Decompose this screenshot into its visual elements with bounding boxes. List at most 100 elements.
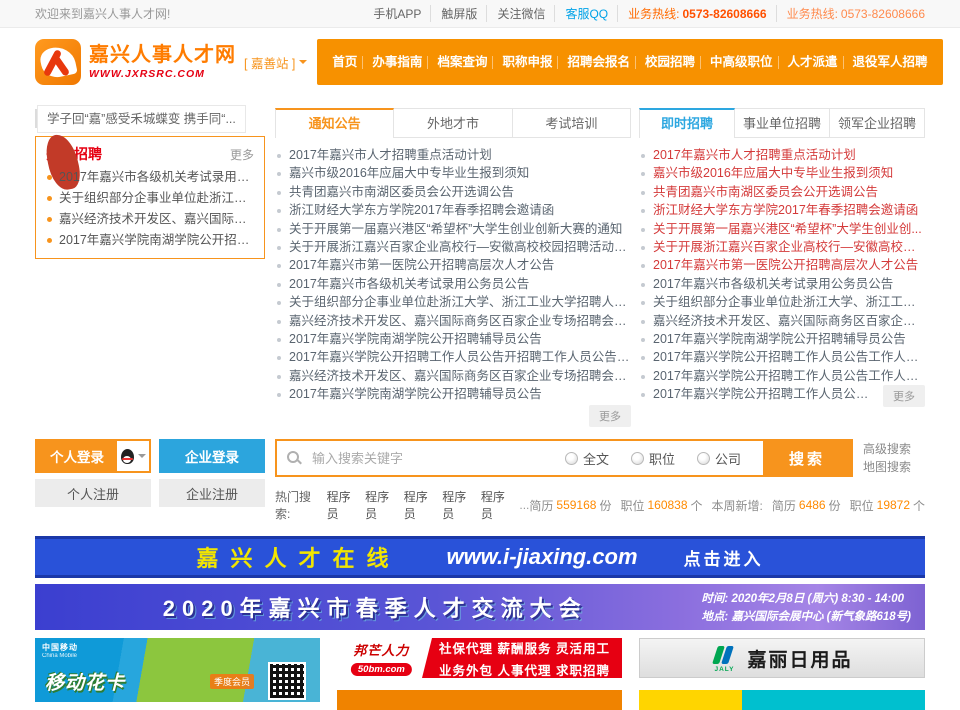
nav-item-campus[interactable]: 校园招聘 xyxy=(635,56,700,69)
notice-more-button[interactable]: 更多 xyxy=(589,405,631,427)
job-item[interactable]: 2017年嘉兴学院公开招聘工作人员公告工作... xyxy=(639,385,925,403)
headline-item[interactable]: 嘉兴经济技术开发区、嘉兴国际商务... xyxy=(46,209,254,230)
notice-list: 2017年嘉兴市人才招聘重点活动计划 嘉兴市级2016年应届大中专毕业生报到须知… xyxy=(275,146,631,403)
notice-item[interactable]: 共青团嘉兴市南湖区委员会公开选调公告 xyxy=(275,183,631,201)
notice-item[interactable]: 2017年嘉兴学院南湖学院公开招聘辅导员公告 xyxy=(275,385,631,403)
job-item[interactable]: 2017年嘉兴学院南湖学院公开招聘辅导员公告 xyxy=(639,330,925,348)
nav-item-dispatch[interactable]: 人才派遣 xyxy=(778,56,843,69)
tab-instant-jobs[interactable]: 即时招聘 xyxy=(639,108,735,138)
qq-login-dropdown[interactable] xyxy=(117,441,149,471)
ad-subtitle: 季度会员 xyxy=(210,674,254,689)
brand-name: 嘉丽日用品 xyxy=(747,645,852,672)
job-item[interactable]: 2017年嘉兴市第一医院公开招聘高层次人才公告 xyxy=(639,256,925,274)
notice-item[interactable]: 关于组织部分企事业单位赴浙江大学、浙江工业大学招聘人才的... xyxy=(275,293,631,311)
search-input[interactable] xyxy=(310,450,565,467)
stat-unit: 个 xyxy=(913,497,925,514)
scope-option-company[interactable]: 公司 xyxy=(697,449,741,468)
stat-value: 160838 xyxy=(647,498,687,512)
site-logo[interactable] xyxy=(35,39,81,85)
site-header: 嘉兴人事人才网 WWW.JXRSRC.COM [ 嘉善站 ] 首页 办事指南 档… xyxy=(0,28,960,96)
tab-exam-training[interactable]: 考试培训 xyxy=(513,108,631,138)
tab-outside-market[interactable]: 外地才市 xyxy=(394,108,512,138)
login-panel: 个人登录 企业登录 个人注册 企业注册 xyxy=(35,439,265,522)
nav-item-veterans[interactable]: 退役军人招聘 xyxy=(843,56,933,69)
nav-item-home[interactable]: 首页 xyxy=(327,56,362,69)
stat-unit: 份 xyxy=(599,497,611,514)
nav-item-title-declare[interactable]: 职称申报 xyxy=(492,56,557,69)
job-item[interactable]: 关于开展第一届嘉兴港区“希望杯”大学生创业创... xyxy=(639,220,925,238)
hot-search-term[interactable]: 程序员 xyxy=(442,488,473,522)
hotline-label: 业务热线: xyxy=(787,7,838,21)
tab-leading-companies[interactable]: 领军企业招聘 xyxy=(830,108,925,138)
scope-label: 职位 xyxy=(649,449,675,468)
topbar-link-touch-version[interactable]: 触屏版 xyxy=(430,5,477,22)
notice-item[interactable]: 关于开展第一届嘉兴港区“希望杯”大学生创业创新大赛的通知 xyxy=(275,220,631,238)
notice-item[interactable]: 2017年嘉兴市人才招聘重点活动计划 xyxy=(275,146,631,164)
job-item[interactable]: 嘉兴经济技术开发区、嘉兴国际商务区百家企业专... xyxy=(639,312,925,330)
hotline-number: 0573-82608666 xyxy=(841,7,925,21)
job-item[interactable]: 2017年嘉兴学院公开招聘工作人员公告工作人员... xyxy=(639,367,925,385)
notice-item[interactable]: 嘉兴市级2016年应届大中专毕业生报到须知 xyxy=(275,164,631,182)
personal-login-button[interactable]: 个人登录 xyxy=(37,441,117,471)
bangmang-hr-ad[interactable]: 邦芒人力 50bm.com 社保代理 薪酬服务 灵活用工 业务外包 人事代理 求… xyxy=(337,638,622,678)
hot-search-term[interactable]: 程序员 xyxy=(481,488,512,522)
job-item[interactable]: 2017年嘉兴市人才招聘重点活动计划 xyxy=(639,146,925,164)
map-search-link[interactable]: 地图搜索 xyxy=(863,460,925,475)
notice-item[interactable]: 关于开展浙江嘉兴百家企业高校行—安徽高校校园招聘活动的通... xyxy=(275,238,631,256)
notice-item[interactable]: 2017年嘉兴学院公开招聘工作人员公告开招聘工作人员公告开... xyxy=(275,348,631,366)
headline-item[interactable]: 关于组织部分企事业单位赴浙江大学... xyxy=(46,188,254,209)
headline-item[interactable]: 2017年嘉兴学院南湖学院公开招聘辅... xyxy=(46,230,254,251)
notice-item[interactable]: 2017年嘉兴学院南湖学院公开招聘辅导员公告 xyxy=(275,330,631,348)
notice-item[interactable]: 嘉兴经济技术开发区、嘉兴国际商务区百家企业专场招聘会公告 xyxy=(275,312,631,330)
topbar-link-mobile-app[interactable]: 手机APP xyxy=(373,5,421,22)
jiali-daily-ad[interactable]: JALY 嘉丽日用品 xyxy=(639,638,925,678)
hot-search-term[interactable]: 程序员 xyxy=(404,488,435,522)
search-icon xyxy=(287,451,302,466)
topbar-link-wechat[interactable]: 关注微信 xyxy=(486,5,545,22)
scope-option-position[interactable]: 职位 xyxy=(631,449,675,468)
news-photo[interactable] xyxy=(35,109,37,128)
ad-line: 社保代理 薪酬服务 灵活用工 xyxy=(427,638,622,657)
headline-more-link[interactable]: 更多 xyxy=(230,146,254,163)
job-item[interactable]: 2017年嘉兴市各级机关考试录用公务员公告 xyxy=(639,275,925,293)
personal-register-button[interactable]: 个人注册 xyxy=(35,479,151,507)
topbar-links: 手机APP 触屏版 关注微信 客服QQ 业务热线:0573-82608666 业… xyxy=(373,5,925,22)
nav-item-senior-jobs[interactable]: 中高级职位 xyxy=(700,56,778,69)
tab-notices[interactable]: 通知公告 xyxy=(275,108,394,138)
job-item[interactable]: 浙江财经大学东方学院2017年春季招聘会邀请函 xyxy=(639,201,925,219)
nav-item-archives[interactable]: 档案查询 xyxy=(427,56,492,69)
scope-option-fulltext[interactable]: 全文 xyxy=(565,449,609,468)
fair-time: 时间: 2020年2月8日 (周六) 8:30 - 14:00 xyxy=(701,590,911,606)
job-item[interactable]: 关于开展浙江嘉兴百家企业高校行—安徽高校校园... xyxy=(639,238,925,256)
job-item[interactable]: 嘉兴市级2016年应届大中专毕业生报到须知 xyxy=(639,164,925,182)
headline-item[interactable]: 2017年嘉兴市各级机关考试录用公务... xyxy=(46,167,254,188)
search-button[interactable]: 搜索 xyxy=(763,441,851,475)
notice-item[interactable]: 浙江财经大学东方学院2017年春季招聘会邀请函 xyxy=(275,201,631,219)
notice-item[interactable]: 2017年嘉兴市各级机关考试录用公务员公告 xyxy=(275,275,631,293)
job-item[interactable]: 关于组织部分企事业单位赴浙江大学、浙江工业大... xyxy=(639,293,925,311)
stat-unit: 份 xyxy=(829,497,841,514)
advanced-search-link[interactable]: 高级搜索 xyxy=(863,442,925,457)
nav-item-fair-signup[interactable]: 招聘会报名 xyxy=(557,56,635,69)
jiaxing-online-banner[interactable]: 嘉兴人才在线 www.i-jiaxing.com 点击进入 xyxy=(35,536,925,578)
topbar-link-qq-service[interactable]: 客服QQ xyxy=(554,5,608,22)
station-selector[interactable]: [ 嘉善站 ] xyxy=(244,53,307,72)
hot-search-term[interactable]: 程序员 xyxy=(365,488,396,522)
hot-search-term[interactable]: 程序员 xyxy=(327,488,358,522)
china-mobile-ad[interactable]: 中国移动 China Mobile 移动花卡 季度会员 xyxy=(35,638,320,702)
stat-unit: 个 xyxy=(691,497,703,514)
partial-ad-strip xyxy=(337,690,622,710)
nav-item-guide[interactable]: 办事指南 xyxy=(362,56,427,69)
personal-login-group: 个人登录 xyxy=(35,439,151,473)
job-fair-banner[interactable]: 2020年嘉兴市春季人才交流大会 时间: 2020年2月8日 (周六) 8:30… xyxy=(35,584,925,630)
company-login-button[interactable]: 企业登录 xyxy=(159,439,265,473)
stat-value: 6486 xyxy=(799,498,826,512)
news-caption[interactable]: 学子回“嘉”感受禾城蝶变 携手同“... xyxy=(37,105,246,133)
notice-item[interactable]: 嘉兴经济技术开发区、嘉兴国际商务区百家企业专场招聘会公告 xyxy=(275,367,631,385)
job-item[interactable]: 共青团嘉兴市南湖区委员会公开选调公告 xyxy=(639,183,925,201)
tab-public-institutions[interactable]: 事业单位招聘 xyxy=(735,108,830,138)
notice-item[interactable]: 2017年嘉兴市第一医院公开招聘高层次人才公告 xyxy=(275,256,631,274)
job-item[interactable]: 2017年嘉兴学院公开招聘工作人员公告工作人员... xyxy=(639,348,925,366)
banner-info: 时间: 2020年2月8日 (周六) 8:30 - 14:00 地点: 嘉兴国际… xyxy=(701,590,911,624)
company-register-button[interactable]: 企业注册 xyxy=(159,479,265,507)
